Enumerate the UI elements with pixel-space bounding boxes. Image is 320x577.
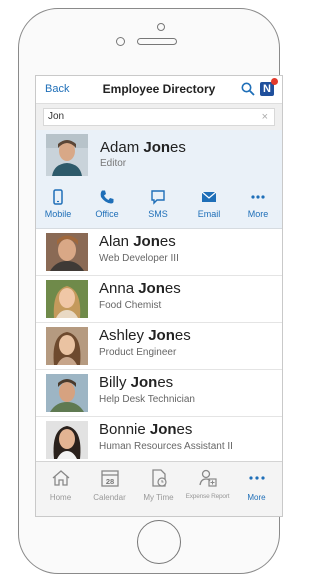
home-icon [52, 470, 69, 486]
contact-title: Food Chemist [99, 300, 162, 311]
tab-home[interactable]: Home [36, 468, 85, 502]
search-icon[interactable] [241, 82, 255, 96]
more-icon [248, 476, 265, 480]
front-camera-icon [157, 23, 165, 31]
name-match-highlight: Jon [133, 233, 160, 250]
calendar-icon: 28 [100, 470, 119, 487]
contact-name: Anna Jones [99, 280, 181, 297]
contact-row[interactable]: Ashley Jones Product Engineer [36, 323, 282, 370]
contact-row[interactable]: Anna Jones Food Chemist [36, 276, 282, 323]
sensor-icon [116, 37, 125, 46]
selected-contact[interactable]: Adam Jones Editor Mobile Office SMS Emai… [36, 130, 282, 229]
expense-icon [198, 469, 217, 487]
name-match-highlight: Jon [149, 421, 177, 438]
email-icon [201, 191, 217, 202]
app-screen: Back Employee Directory N Jon × Adam Jon… [35, 75, 283, 517]
search-input[interactable]: Jon × [43, 108, 275, 126]
sms-icon [151, 190, 165, 205]
search-bar: Jon × [36, 104, 282, 130]
contact-row[interactable]: Billy Jones Help Desk Technician [36, 370, 282, 417]
contact-row[interactable]: Alan Jones Web Developer III [36, 229, 282, 276]
tab-more[interactable]: More [232, 468, 281, 502]
avatar [46, 327, 88, 365]
notification-badge [271, 78, 278, 85]
tab-bar: Home 28 Calendar My Time Expense Report … [36, 461, 282, 516]
avatar [46, 134, 88, 176]
tab-expense-report[interactable]: Expense Report [183, 468, 232, 500]
navigation-bar: Back Employee Directory N [36, 76, 282, 104]
contact-title: Human Resources Assistant II [99, 441, 233, 452]
contact-actions: Mobile Office SMS Email More [36, 189, 282, 225]
mobile-icon [53, 189, 63, 205]
email-action-button[interactable]: Email [188, 189, 230, 219]
sms-action-button[interactable]: SMS [137, 189, 179, 219]
contact-row[interactable]: Bonnie Jones Human Resources Assistant I… [36, 417, 282, 464]
name-match-highlight: Jon [148, 327, 175, 344]
search-value: Jon [48, 111, 65, 122]
mobile-action-button[interactable]: Mobile [37, 189, 79, 219]
tab-my-time[interactable]: My Time [134, 468, 183, 502]
avatar [46, 374, 88, 412]
contact-title: Product Engineer [99, 347, 177, 358]
svg-text:28: 28 [105, 477, 113, 486]
name-match-highlight: Jon [138, 280, 165, 297]
more-action-button[interactable]: More [237, 189, 279, 219]
tab-calendar[interactable]: 28 Calendar [85, 468, 134, 502]
office-action-button[interactable]: Office [86, 189, 128, 219]
name-match-highlight: Jon [130, 374, 158, 391]
avatar [46, 280, 88, 318]
contact-name: Billy Jones [99, 374, 174, 391]
contact-name: Adam Jones [100, 139, 186, 156]
contact-title: Help Desk Technician [99, 394, 195, 405]
clear-search-icon[interactable]: × [262, 109, 268, 125]
clock-icon [151, 469, 167, 487]
name-match-highlight: Jon [143, 139, 171, 156]
earpiece-speaker [137, 38, 177, 45]
contact-name: Bonnie Jones [99, 421, 193, 438]
contact-title: Editor [100, 158, 127, 169]
phone-icon [100, 190, 114, 204]
contact-title: Web Developer III [99, 253, 179, 264]
avatar [46, 421, 88, 459]
contact-name: Alan Jones [99, 233, 176, 250]
home-button[interactable] [137, 520, 181, 564]
avatar [46, 233, 88, 271]
contact-name: Ashley Jones [99, 327, 191, 344]
more-icon [251, 195, 265, 199]
